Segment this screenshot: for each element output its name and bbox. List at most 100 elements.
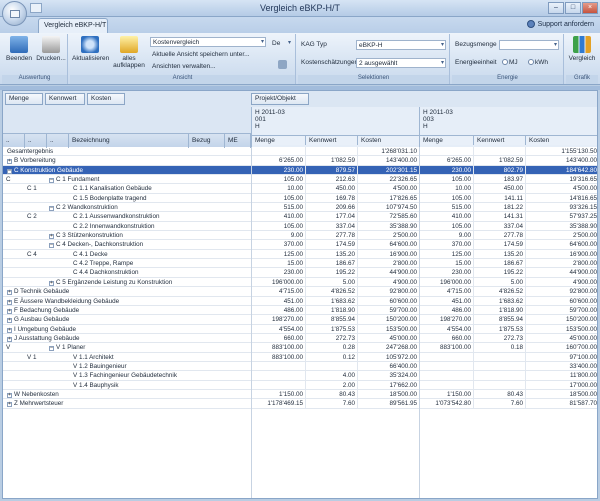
row-field-level2[interactable]: .. — [25, 134, 47, 148]
value-cell: 143'400.00 — [357, 156, 419, 166]
table-row[interactable]: V 1 V 1.1 Architekt 883'100.00 0.12 105'972.… — [3, 352, 597, 362]
expand-icon[interactable]: + — [49, 234, 54, 240]
collapse-icon[interactable]: – — [49, 206, 54, 212]
collapse-icon[interactable]: – — [49, 243, 54, 249]
row-label-text: E Äussere Wandbekleidung Gebäude — [14, 297, 120, 305]
exit-icon — [10, 36, 28, 53]
table-row[interactable]: + I Umgebung Gebäude 4'554.00 1'875.53 153'5… — [3, 324, 597, 334]
support-icon — [526, 20, 535, 28]
collapse-icon[interactable]: – — [7, 168, 12, 174]
settings-icon[interactable] — [278, 60, 287, 69]
table-row[interactable]: V 1.4 Bauphysik 2.00 17'662.00 17'000.00 — [3, 380, 597, 390]
col-header-menge-2[interactable]: Menge — [419, 135, 473, 145]
table-row[interactable]: – C Konstruktion Gebäude 230.00 879.57 202'3… — [3, 165, 597, 176]
value-cell: 105.00 — [419, 221, 473, 231]
row-field-level3[interactable]: .. — [47, 134, 69, 148]
collapse-icon[interactable]: – — [49, 178, 54, 184]
collapse-icon[interactable]: – — [49, 346, 54, 352]
expand-icon[interactable]: + — [7, 290, 12, 296]
tab-vergleich[interactable]: Vergleich eBKP-H/T — [38, 18, 108, 33]
row-field-level1[interactable]: .. — [3, 134, 25, 148]
table-row[interactable]: + G Ausbau Gebäude 198'270.00 8'855.94 150'2… — [3, 315, 597, 325]
table-row[interactable]: V 1.2 Bauingenieur 66'400.00 33'400.00 — [3, 361, 597, 372]
value-cell: 16'900.00 — [525, 249, 597, 259]
table-row[interactable]: + Z Mehrwertsteuer 1'178'469.15 7.60 89'561.… — [3, 399, 597, 409]
table-row[interactable]: V – V 1 Planer 883'100.00 0.28 247'268.00 883'… — [3, 343, 597, 353]
kostenschaetzungen-select[interactable]: 2 ausgewählt — [356, 58, 446, 68]
close-button[interactable]: × — [582, 2, 598, 14]
column-divider — [419, 147, 420, 498]
table-row[interactable]: – C 4 Decken-, Dachkonstruktion 370.00 174.… — [3, 240, 597, 250]
col-header-kennwert-2[interactable]: Kennwert — [473, 135, 525, 145]
expand-icon[interactable]: + — [7, 159, 12, 165]
expand-icon[interactable]: + — [7, 392, 12, 398]
aktualisieren-button[interactable]: Aktualisieren — [72, 36, 109, 62]
table-row[interactable]: + F Bedachung Gebäude 486.00 1'818.90 59'700… — [3, 305, 597, 316]
beenden-button[interactable]: Beenden — [6, 36, 32, 62]
value-cell — [473, 352, 525, 362]
value-cell: 1'683.62 — [473, 296, 525, 306]
row-label-text: Gesamtergebnis — [7, 148, 54, 155]
field-chip-kosten[interactable]: Kosten — [87, 93, 125, 105]
view-select[interactable]: Kostenvergleich — [150, 37, 266, 47]
save-view-link[interactable]: Aktuelle Ansicht speichern unter... — [152, 51, 250, 58]
expand-icon[interactable]: + — [7, 327, 12, 333]
bezugsmenge-select[interactable] — [499, 40, 559, 50]
drucken-button[interactable]: Drucken... — [36, 36, 66, 62]
aufklappen-button[interactable]: alles aufklappen — [112, 36, 146, 69]
col-header-menge-1[interactable]: Menge — [251, 135, 305, 145]
maximize-button[interactable]: □ — [565, 2, 581, 14]
field-chip-projekt[interactable]: Projekt/Objekt — [251, 93, 309, 105]
expand-icon[interactable]: + — [7, 318, 12, 324]
col-header-kennwert-1[interactable]: Kennwert — [305, 135, 357, 145]
support-link[interactable]: Support anfordern — [526, 20, 594, 28]
table-row[interactable]: + D Technik Gebäude 4'715.00 4'826.52 92'800… — [3, 287, 597, 297]
value-cell: 45'000.00 — [357, 333, 419, 343]
group-label-auswertung: Auswertung — [2, 75, 67, 84]
table-row[interactable]: + C 5 Ergänzende Leistung zu Konstruktion… — [3, 277, 597, 288]
expand-icon[interactable]: + — [49, 280, 54, 286]
col-header-kosten-2[interactable]: Kosten — [525, 135, 597, 145]
vergleich-button[interactable]: Vergleich — [567, 36, 597, 62]
table-row[interactable]: C 4.4 Dachkonstruktion 230.00 195.22 44'900… — [3, 268, 597, 278]
table-row[interactable]: C – C 1 Fundament 105.00 212.63 22'326.65 105.… — [3, 175, 597, 185]
table-row[interactable]: + W Nebenkosten 1'150.00 80.43 18'500.00 1'15… — [3, 389, 597, 400]
expand-icon[interactable]: + — [7, 299, 12, 305]
col-header-kosten-1[interactable]: Kosten — [357, 135, 419, 145]
table-row[interactable]: V 1.3 Fachingenieur Gebäudetechnik 4.00 35… — [3, 371, 597, 381]
quick-access-icon[interactable] — [30, 3, 42, 13]
value-cell: 18'500.00 — [357, 389, 419, 399]
value-cell: 184'642.80 — [525, 165, 597, 175]
value-cell — [419, 361, 473, 371]
row-field-bezeichnung[interactable]: Bezeichnung — [69, 134, 189, 148]
table-row[interactable]: C 2C 2.1 Aussenwandkonstruktion 410.00 177… — [3, 212, 597, 222]
table-row[interactable]: C 1C 1.1 Kanalisation Gebäude 10.00 450.00… — [3, 184, 597, 194]
row-field-me[interactable]: ME — [225, 134, 251, 148]
table-row[interactable]: + J Ausstattung Gebäude 660.00 272.73 45'000… — [3, 333, 597, 344]
table-row[interactable]: C 4C 4.1 Decke 125.00 135.20 16'900.00 125.0… — [3, 249, 597, 260]
radio-kwh[interactable]: kWh — [528, 59, 548, 66]
value-cell: 153'500.00 — [357, 324, 419, 334]
table-row[interactable]: C 4.2 Treppe, Rampe 15.00 186.67 2'800.00 15… — [3, 259, 597, 269]
radio-mj[interactable]: MJ — [502, 59, 518, 66]
table-row[interactable]: C 2.2 Innenwandkonstruktion 105.00 337.04 3… — [3, 221, 597, 232]
row-field-bezug[interactable]: Bezug — [189, 134, 225, 148]
app-menu-orb[interactable] — [2, 1, 27, 26]
manage-views-link[interactable]: Ansichten verwalten... — [152, 63, 216, 70]
table-row[interactable]: + C 3 Stützenkonstruktion 9.00 277.78 2'500.… — [3, 231, 597, 241]
minimize-button[interactable]: – — [548, 2, 564, 14]
table-row[interactable]: + B Vorbereitung 6'265.00 1'082.59 143'400.0… — [3, 156, 597, 166]
table-row[interactable]: + E Äussere Wandbekleidung Gebäude 451.00 1… — [3, 296, 597, 306]
value-cell: 370.00 — [251, 240, 305, 250]
kag-typ-select[interactable]: eBKP-H — [356, 40, 446, 50]
table-row[interactable]: – C 2 Wandkonstruktion 515.00 209.66 107'974… — [3, 203, 597, 213]
value-cell: 92'800.00 — [525, 287, 597, 297]
expand-icon[interactable]: + — [7, 402, 12, 408]
table-row[interactable]: Gesamtergebnis 1'268'031.10 1'155'130.50 — [3, 147, 597, 157]
table-row[interactable]: C 1.5 Bodenplatte tragend 105.00 169.78 17'… — [3, 193, 597, 204]
field-chip-kennwert[interactable]: Kennwert — [45, 93, 85, 105]
language-select[interactable]: De — [270, 39, 292, 49]
field-chip-menge[interactable]: Menge — [5, 93, 43, 105]
expand-icon[interactable]: + — [7, 308, 12, 314]
expand-icon[interactable]: + — [7, 336, 12, 342]
